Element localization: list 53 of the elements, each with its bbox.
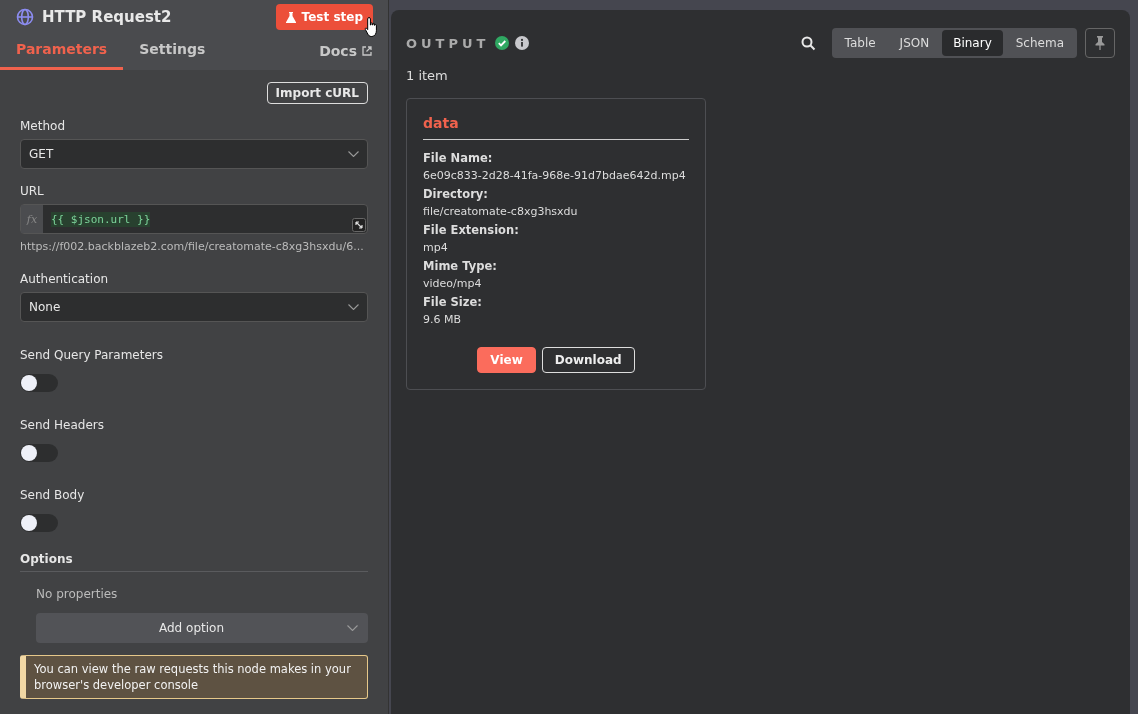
pin-icon [1094, 36, 1106, 50]
options-heading: Options [20, 552, 368, 572]
info-notice: You can view the raw requests this node makes in your browser's developer console [20, 655, 368, 699]
property-label: File Name: [423, 150, 494, 167]
pin-button[interactable] [1085, 28, 1115, 58]
item-count: 1 item [406, 68, 449, 83]
info-icon[interactable] [515, 36, 530, 50]
property-label: Directory: [423, 186, 489, 203]
test-step-button[interactable]: Test step [275, 4, 373, 30]
property-value: mp4 [423, 240, 449, 256]
chevron-down-icon [348, 151, 359, 157]
output-title: OUTPUT [406, 35, 490, 51]
chevron-down-icon [347, 625, 358, 631]
toggle-switch[interactable] [20, 514, 58, 532]
hand-cursor-icon [364, 16, 380, 38]
docs-link[interactable]: Docs [319, 43, 372, 70]
card-title: data [423, 115, 689, 140]
property-value: 9.6 MB [423, 312, 463, 328]
property-label: File Extension: [423, 222, 520, 239]
globe-icon [16, 8, 34, 26]
add-option-dropdown[interactable]: Add option [36, 613, 368, 643]
toggle-switch[interactable] [20, 374, 58, 392]
external-link-icon [362, 46, 372, 56]
chevron-down-icon [348, 304, 359, 310]
field-label: Authentication [20, 272, 110, 286]
select-field[interactable]: None [20, 292, 368, 322]
view-tab[interactable]: Binary [942, 30, 1003, 56]
property-value: video/mp4 [423, 276, 483, 292]
property-label: File Size: [423, 294, 483, 311]
resolved-url-text: https://f002.backblazeb2.com/file/creatomate-c8xg3hsxdu/6... [20, 240, 365, 253]
field-label: Send Query Parameters [20, 348, 164, 362]
tab[interactable]: Settings [123, 41, 222, 70]
property-value: 6e09c833-2d28-41fa-968e-91d7bdae642d.mp4 [423, 168, 687, 184]
property-value: file/creatomate-c8xg3hsxdu [423, 204, 579, 220]
property-label: Mime Type: [423, 258, 498, 275]
expand-icon[interactable] [352, 218, 366, 232]
field-label: Method [20, 119, 66, 133]
view-tab[interactable]: JSON [888, 30, 941, 56]
view-tab[interactable]: Schema [1004, 30, 1075, 56]
empty-options-text: No properties [36, 587, 119, 601]
success-check-icon [495, 36, 510, 50]
search-icon[interactable] [800, 35, 816, 51]
view-tab[interactable]: Table [833, 30, 887, 56]
field-label: Send Body [20, 488, 86, 502]
field-label: URL [20, 184, 45, 198]
field-label: Send Headers [20, 418, 105, 432]
expression-value: {{ $json.url }} [51, 211, 151, 227]
import-curl-button[interactable]: Import cURL [266, 82, 368, 104]
select-field[interactable]: GET [20, 139, 368, 169]
download-button[interactable]: Download [541, 347, 635, 373]
toggle-switch[interactable] [20, 444, 58, 462]
flask-icon [285, 11, 296, 23]
node-title: HTTP Request2 [42, 8, 173, 26]
